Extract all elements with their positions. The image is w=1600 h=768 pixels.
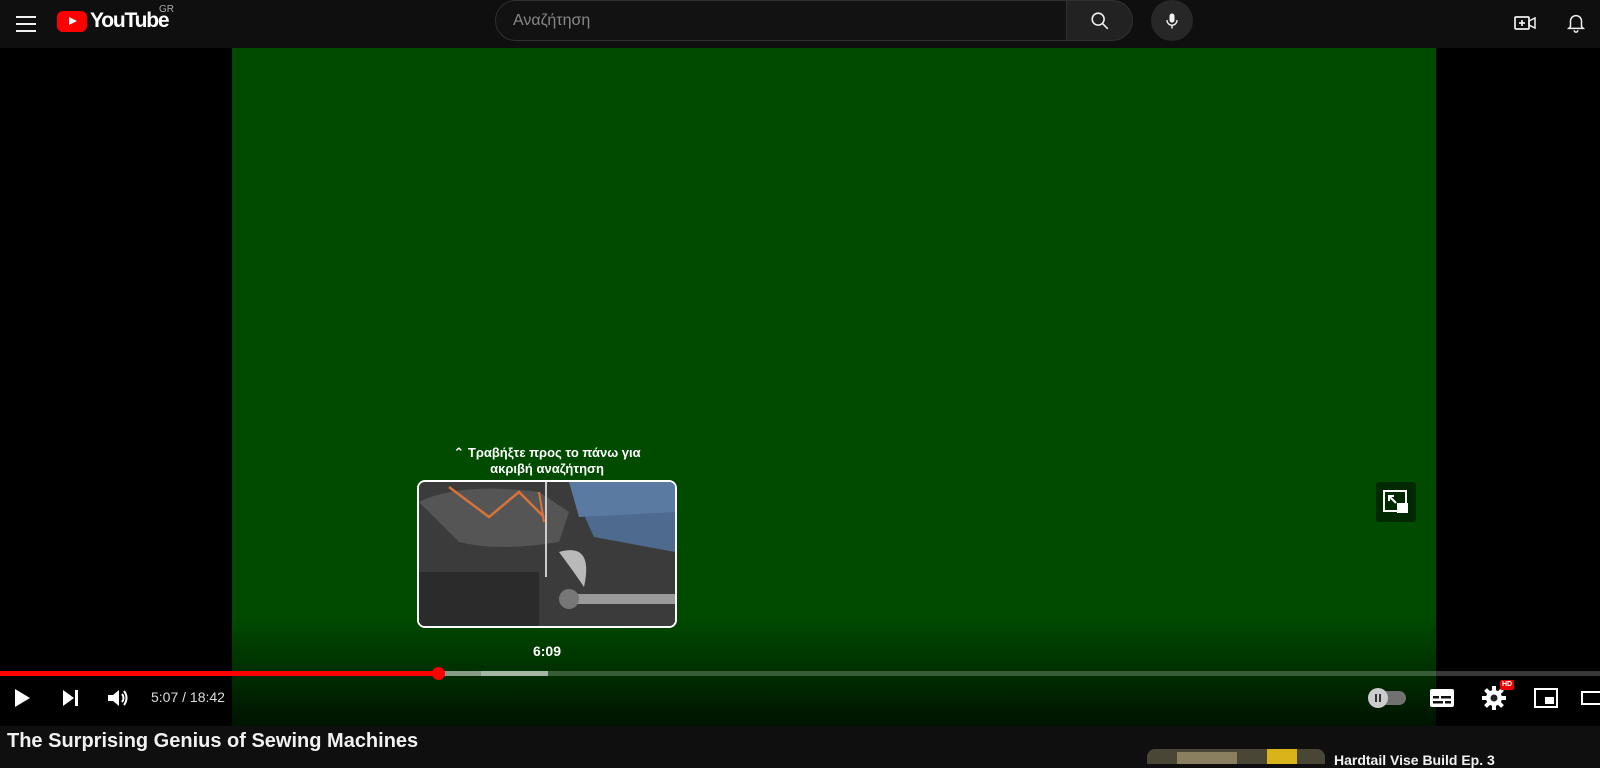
region-code: GR <box>159 4 174 15</box>
voice-search-button[interactable] <box>1151 0 1193 41</box>
preview-timestamp: 6:09 <box>532 643 562 659</box>
player-controls: 5:07 / 18:42 HD <box>0 678 1600 718</box>
menu-icon[interactable] <box>10 8 42 40</box>
autoplay-toggle[interactable] <box>1368 688 1406 708</box>
video-player[interactable]: ⌃ Τραβήξτε προς το πάνω για ακριβή αναζή… <box>0 48 1600 726</box>
bell-icon <box>1566 14 1586 33</box>
double-chevron-up-icon: ⌃ <box>453 445 465 460</box>
youtube-logo[interactable]: YouTube GR <box>57 4 174 34</box>
recommendation-thumbnail[interactable] <box>1147 749 1325 764</box>
video-title: The Surprising Genius of Sewing Machines <box>7 730 419 752</box>
search-input[interactable] <box>496 1 1066 40</box>
play-icon <box>15 689 30 707</box>
mic-icon <box>1166 13 1178 28</box>
seek-hint-text: Τραβήξτε προς το πάνω για ακριβή αναζήτη… <box>467 445 641 476</box>
theater-mode-button[interactable] <box>1580 678 1600 718</box>
miniplayer-button[interactable] <box>1528 678 1564 718</box>
next-button[interactable] <box>52 678 88 718</box>
youtube-play-icon <box>57 10 87 32</box>
play-button[interactable] <box>4 678 40 718</box>
precise-seek-hint: ⌃ Τραβήξτε προς το πάνω για ακριβή αναζή… <box>436 445 658 477</box>
seek-preview-thumbnail <box>417 480 677 628</box>
miniplayer-icon <box>1534 688 1558 708</box>
pause-icon <box>1375 694 1381 702</box>
logo-wordmark: YouTube <box>90 9 170 32</box>
theater-mode-icon <box>1581 691 1600 705</box>
subtitles-icon <box>1430 689 1454 707</box>
sewing-machine-preview-image <box>419 482 675 626</box>
mute-button[interactable] <box>100 678 136 718</box>
time-display: 5:07 / 18:42 <box>151 689 225 705</box>
search-icon <box>1090 11 1108 29</box>
miniplayer-expand-icon <box>1383 490 1408 513</box>
masthead: YouTube GR <box>0 0 1600 48</box>
recommendation-thumbnail-image <box>1147 749 1325 764</box>
subtitles-button[interactable] <box>1424 678 1460 718</box>
hover-bar <box>480 671 548 676</box>
autoplay-knob <box>1368 688 1388 708</box>
next-icon <box>63 690 78 706</box>
seek-bar[interactable] <box>0 667 1600 680</box>
create-video-icon <box>1514 16 1536 30</box>
played-bar <box>0 671 438 676</box>
hd-badge: HD <box>1500 680 1515 690</box>
create-button[interactable] <box>1509 7 1541 39</box>
notifications-button[interactable] <box>1560 6 1592 38</box>
search-box <box>495 0 1067 41</box>
recommendation-title[interactable]: Hardtail Vise Build Ep. 3 <box>1334 752 1495 768</box>
search-button[interactable] <box>1067 0 1133 41</box>
exit-miniplayer-button[interactable] <box>1376 482 1416 522</box>
volume-icon <box>108 690 128 706</box>
